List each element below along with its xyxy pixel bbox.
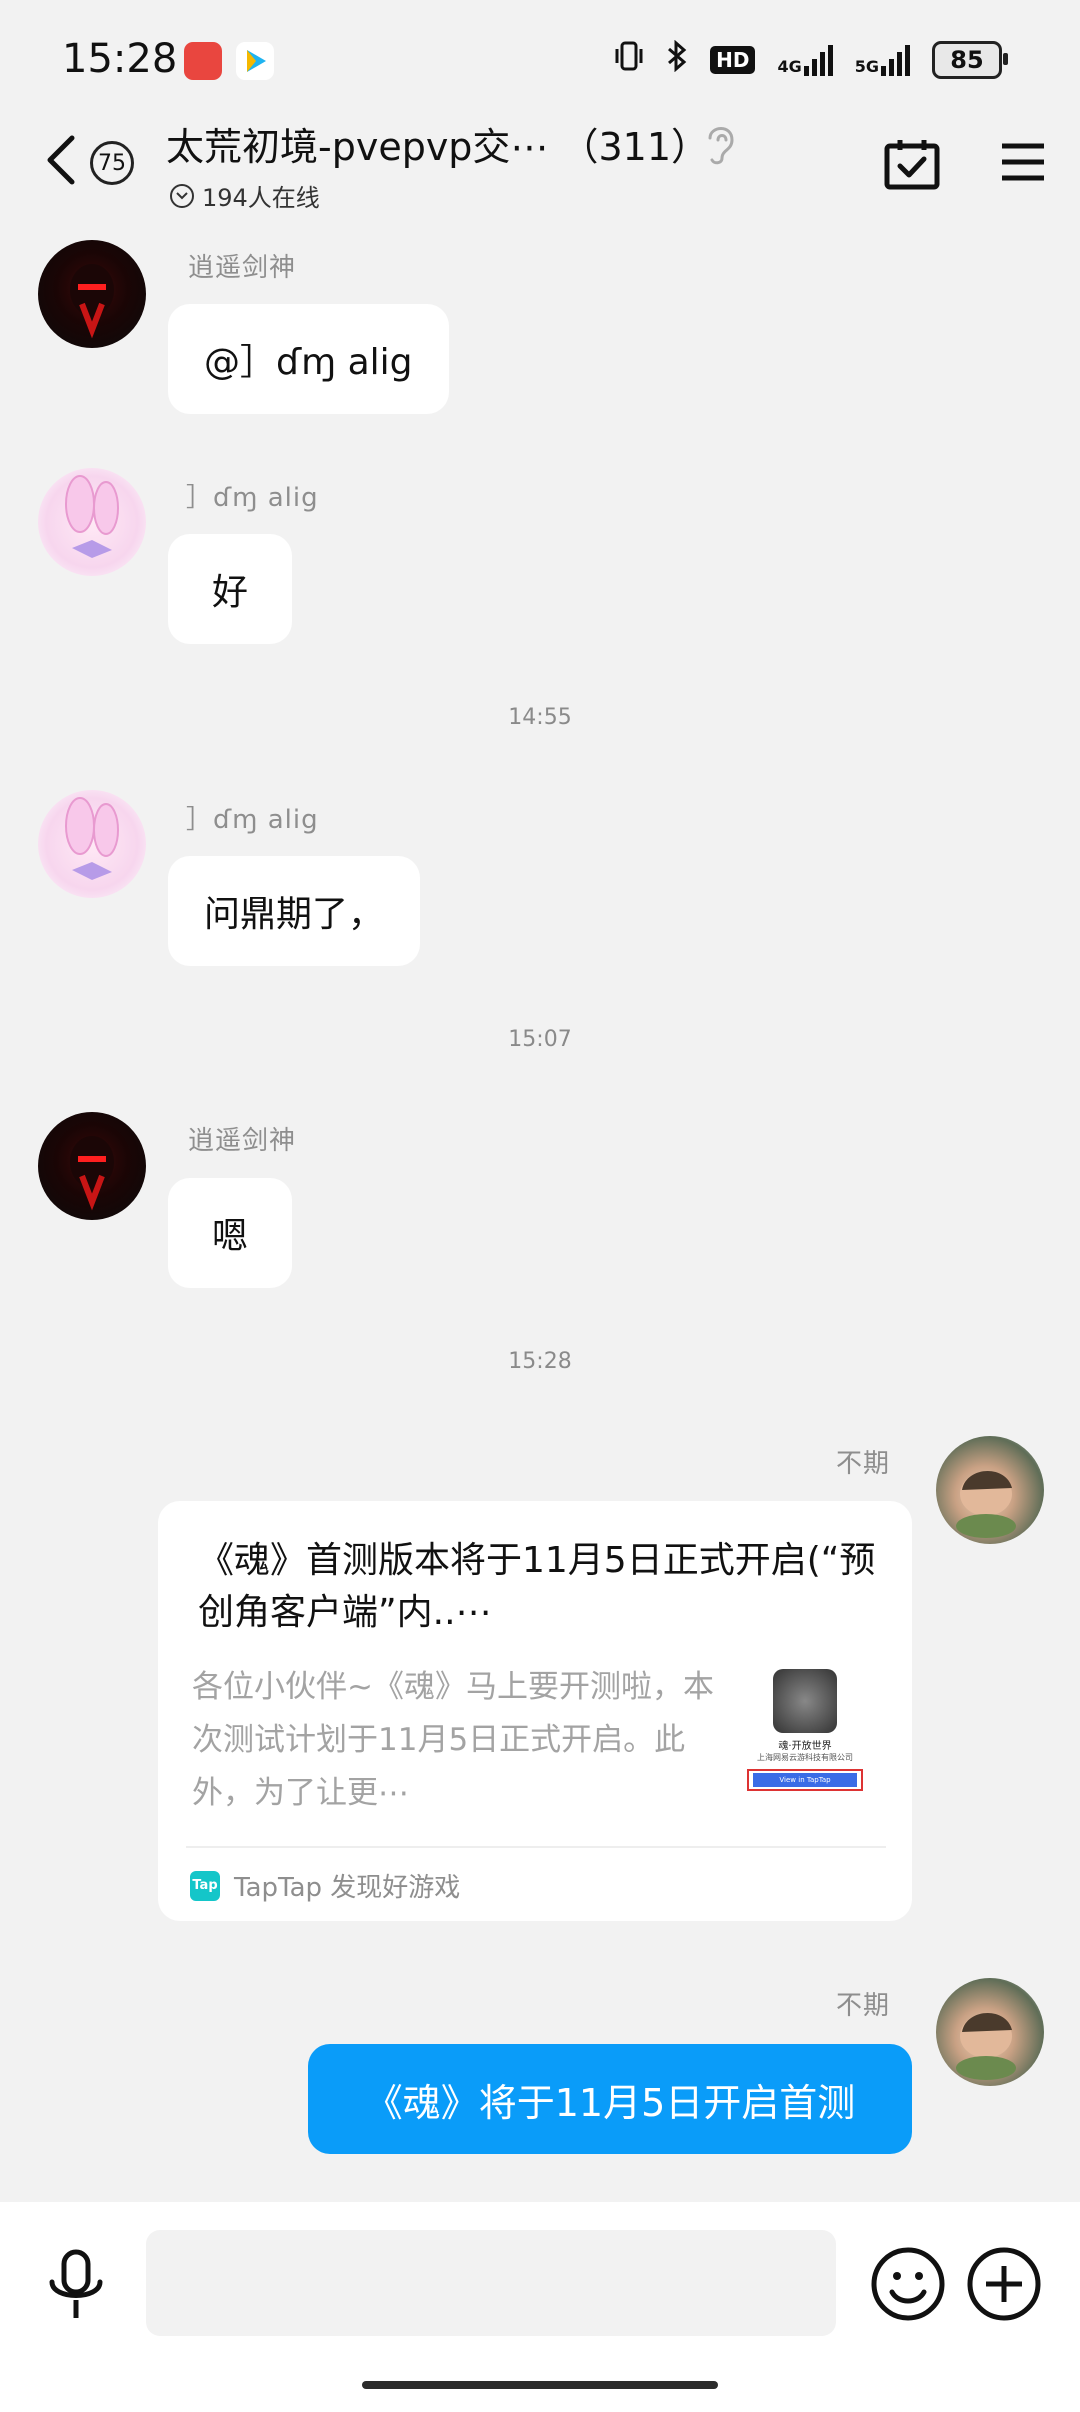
card-source-label: TapTap 发现好游戏 [234, 1873, 461, 1903]
link-card[interactable]: 《魂》首测版本将于11月5日正式开启(“预创角客户端”内..⋯ 各位小伙伴~《魂… [158, 1501, 912, 1921]
signal-4g: 4G [777, 44, 833, 76]
thumb-text: 魂·开放世界 [778, 1741, 832, 1752]
hd-icon: HD [710, 45, 756, 74]
game-logo-icon [773, 1669, 837, 1733]
sender-name: 不期 [835, 1991, 890, 2021]
message-bubble-sent[interactable]: 《魂》将于11月5日开启首测 [308, 2044, 912, 2154]
card-divider [186, 1846, 886, 1848]
message-text: 问鼎期了， [204, 894, 385, 935]
message-text: 《魂》将于11月5日开启首测 [364, 2080, 856, 2125]
calendar-check-icon[interactable] [884, 138, 940, 194]
sender-name: 不期 [835, 1449, 890, 1479]
bluetooth-icon [666, 39, 688, 79]
timestamp: 14:55 [508, 705, 572, 730]
card-description: 各位小伙伴~《魂》马上要开测啦，本次测试计划于11月5日正式开启。此外，为了让更… [192, 1669, 714, 1811]
sender-name: ］ɗɱ alig [186, 483, 319, 513]
message-bubble[interactable]: 好 [168, 534, 292, 644]
avatar[interactable] [936, 1436, 1044, 1544]
avatar[interactable] [38, 468, 146, 576]
plus-icon[interactable] [966, 2246, 1042, 2326]
message-bubble[interactable]: 嗯 [168, 1178, 292, 1288]
ear-icon[interactable] [702, 122, 738, 170]
online-count[interactable]: 194人在线 [170, 178, 320, 213]
net-5g-label: 5G [854, 56, 879, 76]
thumb-button: View in TapTap [753, 1773, 857, 1787]
message-bubble[interactable]: 问鼎期了， [168, 856, 421, 966]
thumb-company: 上海网易云游科技有限公司 [757, 1753, 853, 1762]
net-4g-label: 4G [777, 56, 802, 76]
timestamp: 15:07 [508, 1027, 572, 1052]
signal-bars-icon [881, 44, 910, 76]
avatar[interactable] [38, 790, 146, 898]
microphone-icon[interactable] [44, 2248, 108, 2328]
message-text: 嗯 [211, 1216, 248, 1257]
taptap-logo-icon: Tap [190, 1870, 220, 1901]
status-time: 15:28 [62, 36, 178, 82]
card-thumbnail: 魂·开放世界 上海网易云游科技有限公司 View in TapTap [738, 1669, 872, 1801]
online-count-label: 194人在线 [202, 184, 320, 212]
back-icon[interactable] [44, 134, 78, 190]
message-input[interactable] [146, 2230, 836, 2336]
chevron-down-icon [170, 183, 194, 208]
status-icons: HD 4G 5G 85 [614, 39, 1008, 79]
card-title: 《魂》首测版本将于11月5日正式开启(“预创角客户端”内..⋯ [198, 1540, 876, 1633]
message-text: 好 [211, 572, 248, 613]
emoji-icon[interactable] [870, 2246, 946, 2326]
chat-title[interactable]: 太荒初境-pvepvp交⋯ （311） [166, 116, 709, 171]
menu-icon[interactable] [1000, 142, 1046, 186]
unread-badge[interactable]: 75 [90, 141, 134, 185]
battery-icon: 85 [932, 40, 1008, 79]
signal-bars-icon [803, 44, 833, 76]
timestamp: 15:28 [508, 1349, 572, 1374]
sender-name: 逍遥剑神 [188, 1126, 297, 1156]
signal-5g: 5G [855, 44, 910, 76]
shopping-app-icon [184, 42, 222, 80]
avatar[interactable] [936, 1978, 1044, 2086]
message-text: @］ɗɱ alig [204, 342, 413, 383]
message-bubble[interactable]: @］ɗɱ alig [168, 304, 449, 414]
card-source: Tap TapTap 发现好游戏 [190, 1867, 460, 1904]
sender-name: ］ɗɱ alig [186, 805, 319, 835]
home-indicator[interactable] [362, 2381, 718, 2389]
battery-level: 85 [950, 45, 984, 74]
video-app-icon [236, 42, 274, 80]
avatar[interactable] [38, 1112, 146, 1220]
sender-name: 逍遥剑神 [188, 253, 297, 283]
vibrate-icon [614, 40, 644, 79]
avatar[interactable] [38, 240, 146, 348]
